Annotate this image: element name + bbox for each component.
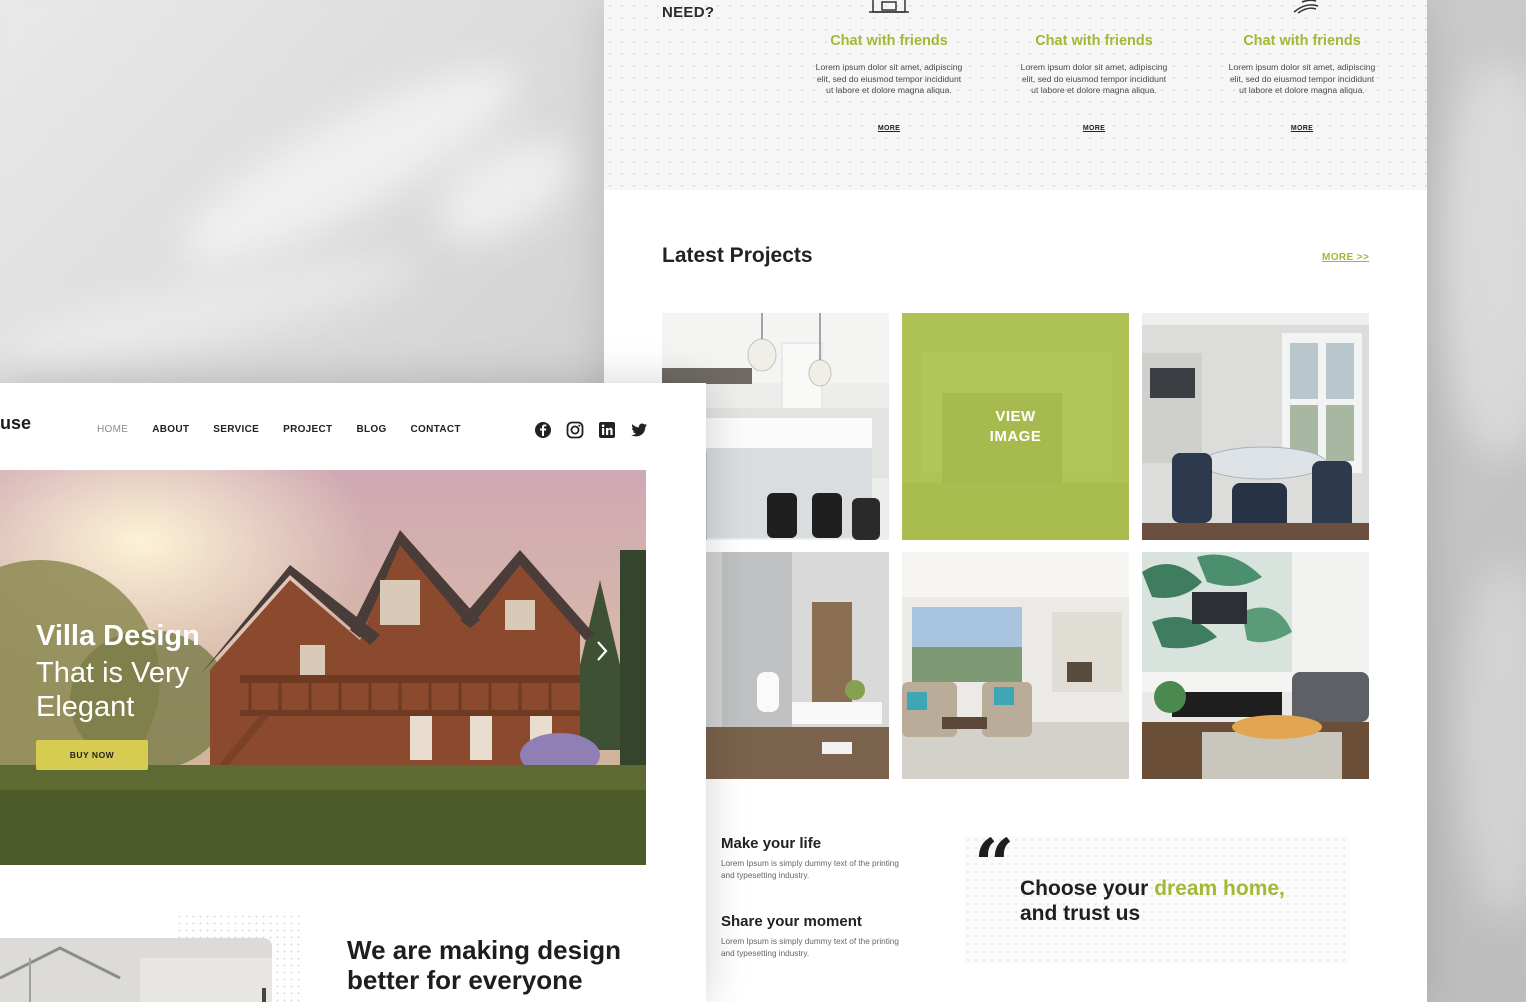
hero-title-bold: Villa Design [36, 620, 200, 652]
back-page-mockup: NEED? Chat with friends Lorem ipsum dolo… [604, 0, 1427, 1002]
view-image-label: VIEW IMAGE [989, 407, 1042, 445]
feature-text: Lorem ipsum dolor sit amet, adipiscing e… [815, 62, 963, 96]
testimonial-quote: “ Choose your dream home, and trust us [964, 830, 1350, 964]
feature-more-link[interactable]: MORE [1227, 125, 1377, 132]
social-links [534, 421, 648, 439]
feature-more-link[interactable]: MORE [1019, 125, 1169, 132]
feature-more-link[interactable]: MORE [814, 125, 964, 132]
main-nav: HOME ABOUT SERVICE PROJECT BLOG CONTACT [97, 424, 485, 435]
house-icon [869, 0, 909, 13]
project-tile-dining[interactable] [1142, 313, 1369, 540]
view-image-overlay[interactable]: VIEW IMAGE [902, 313, 1129, 540]
hero-title-light: That is Very Elegant [36, 657, 190, 723]
hero-banner: Villa Design That is Very Elegant BUY NO… [0, 470, 646, 865]
background-blur-shape [1460, 560, 1526, 920]
background-blur-shape [1440, 60, 1526, 460]
benefit-text: Lorem Ipsum is simply dummy text of the … [721, 937, 899, 958]
quote-mark-icon: “ [974, 823, 1015, 906]
dining-room-image [1142, 313, 1369, 540]
feature-title: Chat with friends [1035, 33, 1153, 49]
facebook-icon[interactable] [534, 421, 552, 439]
site-logo[interactable]: use [0, 413, 31, 434]
project-tile-lounge[interactable] [1142, 552, 1369, 779]
about-image [0, 938, 272, 1002]
quote-text-after: and trust us [1020, 902, 1141, 925]
front-page-mockup: use HOME ABOUT SERVICE PROJECT BLOG CONT… [0, 383, 706, 1002]
instagram-icon[interactable] [566, 421, 584, 439]
benefit-title: Share your moment [721, 913, 862, 930]
benefit-item: Share your moment Lorem Ipsum is simply … [721, 913, 921, 960]
nav-item-service[interactable]: SERVICE [213, 424, 259, 435]
benefit-title: Make your life [721, 835, 822, 852]
nav-item-about[interactable]: ABOUT [152, 424, 189, 435]
wifi-icon [1293, 0, 1319, 14]
nav-item-project[interactable]: PROJECT [283, 424, 332, 435]
benefit-text: Lorem Ipsum is simply dummy text of the … [721, 859, 899, 880]
features-heading-fragment: NEED? [662, 4, 715, 21]
chevron-right-icon[interactable] [590, 636, 614, 666]
latest-projects-title: Latest Projects [662, 244, 813, 267]
project-tile-highlighted[interactable]: VIEW IMAGE [902, 313, 1129, 540]
quote-text-before: Choose your [1020, 877, 1155, 900]
buy-now-button[interactable]: BUY NOW [36, 740, 148, 770]
living-room-image [902, 552, 1129, 779]
feature-text: Lorem ipsum dolor sit amet, adipiscing e… [1228, 62, 1376, 96]
benefit-item: Make your life Lorem Ipsum is simply dum… [721, 835, 921, 882]
about-heading: We are making design better for everyone [347, 935, 622, 995]
feature-text: Lorem ipsum dolor sit amet, adipiscing e… [1020, 62, 1168, 96]
nav-item-contact[interactable]: CONTACT [411, 424, 461, 435]
quote-text: Choose your dream home, and trust us [1020, 876, 1340, 926]
project-tile-living-room[interactable] [902, 552, 1129, 779]
linkedin-icon[interactable] [598, 421, 616, 439]
about-photo [0, 938, 272, 1002]
twitter-icon[interactable] [630, 421, 648, 439]
quote-text-accent: dream home, [1154, 877, 1285, 900]
feature-title: Chat with friends [1243, 33, 1361, 49]
projects-more-link[interactable]: MORE >> [1322, 252, 1369, 263]
nav-item-home[interactable]: HOME [97, 424, 128, 435]
nav-item-blog[interactable]: BLOG [356, 424, 386, 435]
feature-title: Chat with friends [830, 33, 948, 49]
lounge-image [1142, 552, 1369, 779]
features-section: NEED? Chat with friends Lorem ipsum dolo… [604, 0, 1427, 190]
